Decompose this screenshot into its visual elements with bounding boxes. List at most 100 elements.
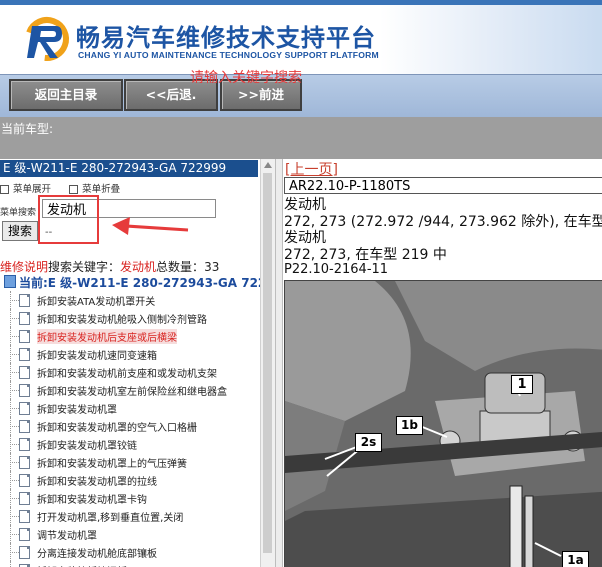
- search-hint-annotation: 请输入关键字搜索: [190, 70, 302, 86]
- document-icon: [19, 366, 30, 379]
- tree-item-label: 拆卸和安装发动机罩上的气压弹簧: [37, 459, 187, 470]
- search-results-summary: 维修说明搜索关键字：发动机总数量：33: [0, 258, 219, 275]
- document-line-5: P22.10-2164-11: [284, 262, 389, 277]
- current-model-bar: 当前车型:: [0, 117, 602, 159]
- highlight-box: [38, 195, 99, 244]
- tree-item-label: 拆卸和安装发动机罩的拉线: [37, 477, 157, 488]
- menu-collapse-label: 菜单折叠: [82, 184, 121, 195]
- tree-item[interactable]: 调节发动机罩: [0, 525, 260, 543]
- current-model-label: 当前车型:: [1, 122, 54, 136]
- tree-connector: [10, 300, 19, 301]
- tree-item[interactable]: 拆卸安装发动机后支座或后横梁: [0, 327, 260, 345]
- document-icon: [19, 438, 30, 451]
- tree-item-label: 拆卸安装护板挡泥板: [37, 563, 127, 567]
- engine-figure: 1 1b 2s 1a: [284, 280, 602, 567]
- tree-item-label: 拆卸和安装发动机罩卡钩: [37, 495, 147, 506]
- figure-callout-1b: 1b: [396, 416, 423, 435]
- document-line-2: 272, 273 (272.972 /944, 273.962 除外), 在车型…: [284, 214, 602, 230]
- left-scrollbar[interactable]: [260, 159, 275, 567]
- document-icon: [19, 474, 30, 487]
- tree-item-label: 分离连接发动机舱底部镶板: [37, 549, 157, 560]
- tree-connector: [10, 552, 19, 553]
- home-button[interactable]: 返回主目录: [9, 79, 123, 111]
- tree-item-label: 拆卸安装发动机后支座或后横梁: [37, 329, 177, 344]
- tree-item[interactable]: 拆卸和安装发动机罩上的气压弹簧: [0, 453, 260, 471]
- tree-connector: [10, 480, 19, 481]
- tree-item-label: 拆卸安装发动机罩铰链: [37, 441, 137, 452]
- current-node[interactable]: 当前:E 级-W211-E 280-272943-GA 722: [4, 274, 260, 291]
- tree-item[interactable]: 分离连接发动机舱底部镶板: [0, 543, 260, 561]
- scroll-thumb[interactable]: [263, 173, 272, 553]
- menu-expand[interactable]: 菜单展开: [0, 184, 51, 195]
- results-tree: 拆卸安装ATA发动机罩开关拆卸和安装发动机舱吸入侧制冷剂管路拆卸安装发动机后支座…: [0, 291, 260, 567]
- results-prefix: 维修说明: [0, 260, 49, 274]
- left-panel: E 级-W211-E 280-272943-GA 722999 菜单展开 菜单折…: [0, 159, 260, 567]
- document-icon: [19, 492, 30, 505]
- tree-item[interactable]: 拆卸和安装发动机罩的拉线: [0, 471, 260, 489]
- document-icon: [19, 348, 30, 361]
- search-button[interactable]: 搜索: [2, 221, 38, 241]
- current-node-label: 当前:E 级-W211-E 280-272943-GA 722: [19, 276, 260, 290]
- document-icon: [19, 312, 30, 325]
- tree-connector: [10, 426, 19, 427]
- tree-item-label: 拆卸和安装发动机舱吸入侧制冷剂管路: [37, 315, 207, 326]
- tree-connector: [10, 462, 19, 463]
- tree-item-label: 打开发动机罩,移到垂直位置,关闭: [37, 513, 184, 524]
- tree-item-label: 拆卸安装发动机速同变速箱: [37, 351, 157, 362]
- engine-illustration: [285, 281, 602, 567]
- results-keyword: 发动机: [120, 260, 157, 274]
- document-icon: [19, 330, 30, 343]
- tree-connector: [10, 498, 19, 499]
- tree-connector: [10, 354, 19, 355]
- results-keyword-label: 搜索关键字：: [48, 260, 121, 274]
- document-line-4: 272, 273, 在车型 219 中: [284, 247, 447, 263]
- tree-item-label: 拆卸和安装发动机室左前保险丝和继电器盒: [37, 387, 227, 398]
- logo-icon: [25, 16, 69, 61]
- tree-item-label: 拆卸安装ATA发动机罩开关: [37, 297, 156, 308]
- document-icon: [19, 294, 30, 307]
- tree-item[interactable]: 拆卸和安装发动机罩卡钩: [0, 489, 260, 507]
- tree-item-label: 拆卸和安装发动机罩的空气入口格栅: [37, 423, 197, 434]
- panel-divider[interactable]: [275, 159, 283, 567]
- document-icon: [19, 420, 30, 433]
- menu-controls: 菜单展开 菜单折叠: [0, 181, 120, 195]
- tree-item[interactable]: 拆卸和安装发动机舱吸入侧制冷剂管路: [0, 309, 260, 327]
- search-label: 菜单搜索: [0, 208, 37, 218]
- tree-connector: [10, 561, 11, 567]
- tree-connector: [10, 516, 19, 517]
- tree-item[interactable]: 打开发动机罩,移到垂直位置,关闭: [0, 507, 260, 525]
- tree-connector: [10, 534, 19, 535]
- figure-callout-1: 1: [511, 375, 533, 394]
- tree-item-label: 拆卸和安装发动机前支座和或发动机支架: [37, 369, 217, 380]
- scroll-up-icon[interactable]: [264, 162, 272, 168]
- tree-item[interactable]: 拆卸和安装发动机罩的空气入口格栅: [0, 417, 260, 435]
- site-title: 畅易汽车维修技术支持平台: [76, 24, 376, 52]
- tree-item[interactable]: 拆卸和安装发动机前支座和或发动机支架: [0, 363, 260, 381]
- tree-item[interactable]: 拆卸安装发动机速同变速箱: [0, 345, 260, 363]
- tree-connector: [10, 390, 19, 391]
- tree-item[interactable]: 拆卸和安装发动机室左前保险丝和继电器盒: [0, 381, 260, 399]
- previous-page-link[interactable]: [上一页]: [285, 159, 338, 179]
- tree-item[interactable]: 拆卸安装ATA发动机罩开关: [0, 291, 260, 309]
- document-icon: [19, 456, 30, 469]
- site-subtitle: CHANG YI AUTO MAINTENANCE TECHNOLOGY SUP…: [78, 50, 379, 60]
- expand-icon: [0, 185, 9, 194]
- tree-item[interactable]: 拆卸安装发动机罩: [0, 399, 260, 417]
- collapse-icon: [69, 185, 79, 194]
- tree-connector: [10, 336, 19, 337]
- document-icon: [19, 510, 30, 523]
- folder-icon: [4, 275, 16, 288]
- header-gradient: [380, 5, 602, 74]
- document-icon: [19, 528, 30, 541]
- menu-expand-label: 菜单展开: [13, 184, 52, 195]
- tree-item[interactable]: 拆卸安装护板挡泥板: [0, 561, 260, 567]
- document-icon: [19, 546, 30, 559]
- document-panel: [上一页] AR22.10-P-1180TS 发动机 272, 273 (272…: [283, 159, 602, 567]
- tree-connector: [10, 408, 19, 409]
- header: 畅易汽车维修技术支持平台 CHANG YI AUTO MAINTENANCE T…: [0, 0, 602, 74]
- document-icon: [19, 402, 30, 415]
- tree-connector: [10, 318, 19, 319]
- tree-item[interactable]: 拆卸安装发动机罩铰链: [0, 435, 260, 453]
- document-code: AR22.10-P-1180TS: [284, 177, 602, 194]
- menu-collapse[interactable]: 菜单折叠: [69, 184, 120, 195]
